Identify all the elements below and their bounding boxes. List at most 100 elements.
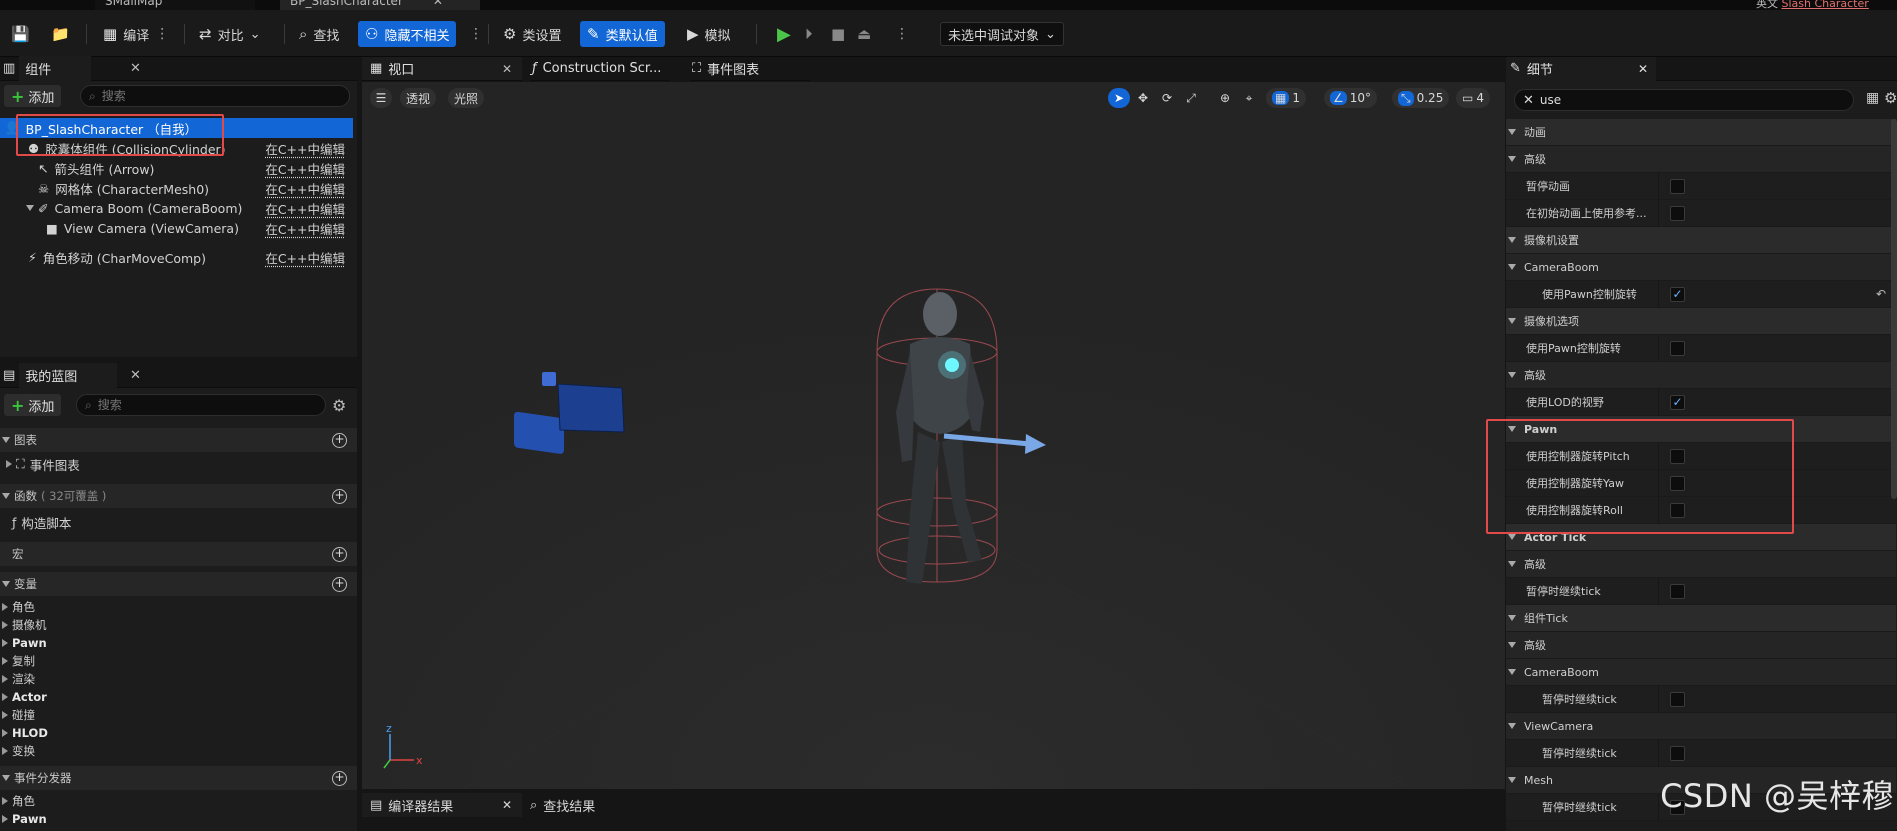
expand-icon[interactable] — [1508, 129, 1516, 135]
component-item[interactable]: ⚡ 角色移动 (CharMoveComp) 在C++中编辑 — [28, 247, 353, 267]
property-checkbox[interactable]: ✓ — [1670, 395, 1685, 410]
variable-category[interactable]: 渲染 — [0, 670, 35, 688]
construction-script-item[interactable]: ƒ 构造脚本 — [12, 512, 71, 532]
event-graph-item[interactable]: ⛶ 事件图表 — [4, 454, 80, 474]
add-component-button[interactable]: + 添加 — [4, 85, 62, 107]
section-graphs[interactable]: 图表 + — [0, 428, 357, 452]
section-dispatchers[interactable]: 事件分发器 + — [0, 766, 357, 790]
close-icon[interactable]: ✕ — [502, 798, 512, 812]
details-subcategory[interactable]: CameraBoom — [1506, 659, 1896, 686]
browse-button[interactable]: 📁 — [44, 21, 77, 47]
variable-category[interactable]: 变换 — [0, 742, 35, 760]
more-icon[interactable]: ⋮ — [155, 26, 169, 42]
details-tab[interactable]: ✎ 细节 ✕ — [1506, 56, 1656, 81]
edit-in-cpp-link[interactable]: 在C++中编辑 — [265, 219, 345, 238]
tab-map[interactable]: SMallMap — [95, 0, 255, 10]
expand-icon[interactable] — [1508, 669, 1516, 675]
details-subcategory[interactable]: ViewCamera — [1506, 713, 1896, 740]
details-search-input[interactable] — [1539, 93, 1845, 107]
gear-icon[interactable]: ⚙ — [1884, 89, 1897, 107]
stop-button[interactable]: ■ — [824, 21, 852, 47]
details-property[interactable]: 暂停时继续tick — [1506, 578, 1896, 605]
details-property[interactable]: 在初始动画上使用参考... — [1506, 200, 1896, 227]
viewport-menu-button[interactable]: ☰ — [370, 88, 392, 108]
property-checkbox[interactable] — [1670, 206, 1685, 221]
world-local-button[interactable]: ⊕ — [1214, 88, 1236, 108]
scale-tool-button[interactable]: ⤢ — [1180, 88, 1202, 108]
diff-button[interactable]: ⇄ 对比 ⌄ — [192, 21, 268, 47]
details-property[interactable]: 使用LOD的视野 ✓ — [1506, 389, 1896, 416]
expand-icon[interactable] — [1508, 237, 1516, 243]
perspective-button[interactable]: 透视 — [400, 88, 437, 108]
expand-icon[interactable] — [1508, 318, 1516, 324]
select-tool-button[interactable]: ➤ — [1108, 88, 1130, 108]
blueprint-search[interactable]: ⌕ — [76, 394, 326, 416]
component-item[interactable]: ↖ 箭头组件 (Arrow) 在C++中编辑 — [38, 158, 353, 178]
property-checkbox[interactable] — [1670, 179, 1685, 194]
clear-icon[interactable]: ✕ — [1523, 93, 1534, 108]
close-icon[interactable]: ✕ — [1638, 62, 1648, 76]
lighting-button[interactable]: 光照 — [448, 88, 485, 108]
details-property[interactable]: 暂停时继续tick — [1506, 740, 1896, 767]
tab-construction-script[interactable]: ƒ Construction Scr... — [530, 57, 670, 81]
details-property[interactable]: 使用Pawn控制旋转 — [1506, 335, 1896, 362]
table-view-icon[interactable]: ▦ — [1866, 90, 1879, 106]
components-tab[interactable]: ▥ 组件 ✕ — [0, 56, 357, 81]
viewport[interactable]: x z ☰ 透视 光照 ➤ ✥ ⟳ ⤢ ⊕ ⌖ ▦ 1 ∠ 10° ⤡ 0.25 ▭ 4 — [362, 82, 1505, 789]
debug-target-select[interactable]: 未选中调试对象 ⌄ — [940, 22, 1064, 46]
tab-blueprint[interactable]: BP_SlashCharacter ✕ — [280, 0, 480, 10]
expand-icon[interactable] — [1508, 777, 1516, 783]
dispatcher-category[interactable]: Pawn — [0, 810, 47, 828]
property-checkbox[interactable] — [1670, 341, 1685, 356]
expand-icon[interactable] — [1508, 642, 1516, 648]
details-property[interactable]: 使用Pawn控制旋转 ✓ ↶ — [1506, 281, 1896, 308]
edit-in-cpp-link[interactable]: 在C++中编辑 — [265, 139, 345, 158]
variable-category[interactable]: 碰撞 — [0, 706, 35, 724]
expand-icon[interactable] — [1508, 372, 1516, 378]
my-blueprint-tab[interactable]: ▤ 我的蓝图 ✕ — [0, 363, 357, 388]
component-item[interactable]: ☠ 网格体 (CharacterMesh0) 在C++中编辑 — [38, 178, 353, 198]
close-icon[interactable]: ✕ — [130, 368, 141, 383]
edit-in-cpp-link[interactable]: 在C++中编辑 — [265, 199, 345, 218]
variable-category[interactable]: 角色 — [0, 598, 35, 616]
play-button[interactable]: ▶ — [770, 21, 798, 47]
details-category[interactable]: 摄像机设置 — [1506, 227, 1896, 254]
compile-button[interactable]: ▦ 编译 ⋮ — [96, 21, 176, 47]
expand-icon[interactable] — [1508, 534, 1516, 540]
section-macros[interactable]: 宏 + — [0, 542, 357, 566]
scale-snap-button[interactable]: ⤡ 0.25 — [1392, 88, 1450, 108]
tab-compiler-results[interactable]: ▤ 编译器结果 ✕ — [362, 793, 522, 817]
expand-icon[interactable] — [1508, 615, 1516, 621]
expand-icon[interactable] — [1508, 264, 1516, 270]
tab-event-graph[interactable]: ⛶ 事件图表 — [690, 57, 810, 81]
property-checkbox[interactable]: ✓ — [1670, 287, 1685, 302]
add-circle-icon[interactable]: + — [332, 546, 347, 562]
find-button[interactable]: ⌕ 查找 — [292, 21, 346, 47]
property-checkbox[interactable] — [1670, 692, 1685, 707]
details-property[interactable]: 暂停动画 — [1506, 173, 1896, 200]
details-subcategory[interactable]: CameraBoom — [1506, 254, 1896, 281]
hide-unrelated-button[interactable]: ⚇ 隐藏不相关 — [358, 21, 457, 47]
blueprint-search-input[interactable] — [97, 398, 317, 412]
expand-icon[interactable] — [1508, 723, 1516, 729]
play-options[interactable]: ⋮ — [888, 21, 916, 47]
step-button[interactable]: ⏵ — [798, 21, 820, 47]
add-circle-icon[interactable]: + — [332, 770, 347, 786]
reset-to-default-icon[interactable]: ↶ — [1876, 287, 1886, 301]
edit-in-cpp-link[interactable]: 在C++中编辑 — [265, 248, 345, 267]
components-search[interactable]: ⌕ — [80, 85, 350, 107]
tab-viewport[interactable]: ▦ 视口 ✕ — [362, 57, 522, 81]
class-settings-button[interactable]: ⚙ 类设置 — [496, 21, 568, 47]
rotate-tool-button[interactable]: ⟳ — [1156, 88, 1178, 108]
add-circle-icon[interactable]: + — [332, 432, 347, 448]
details-category[interactable]: 组件Tick — [1506, 605, 1896, 632]
tab-find-results[interactable]: ⌕ 查找结果 — [530, 793, 595, 817]
close-icon[interactable]: ✕ — [130, 61, 141, 76]
expand-icon[interactable] — [1508, 156, 1516, 162]
section-variables[interactable]: 变量 + — [0, 572, 357, 596]
add-circle-icon[interactable]: + — [332, 488, 347, 504]
translate-tool-button[interactable]: ✥ — [1132, 88, 1154, 108]
rotation-snap-button[interactable]: ∠ 10° — [1324, 88, 1378, 108]
details-category[interactable]: 动画 — [1506, 119, 1896, 146]
details-subcategory[interactable]: 高级 — [1506, 551, 1896, 578]
